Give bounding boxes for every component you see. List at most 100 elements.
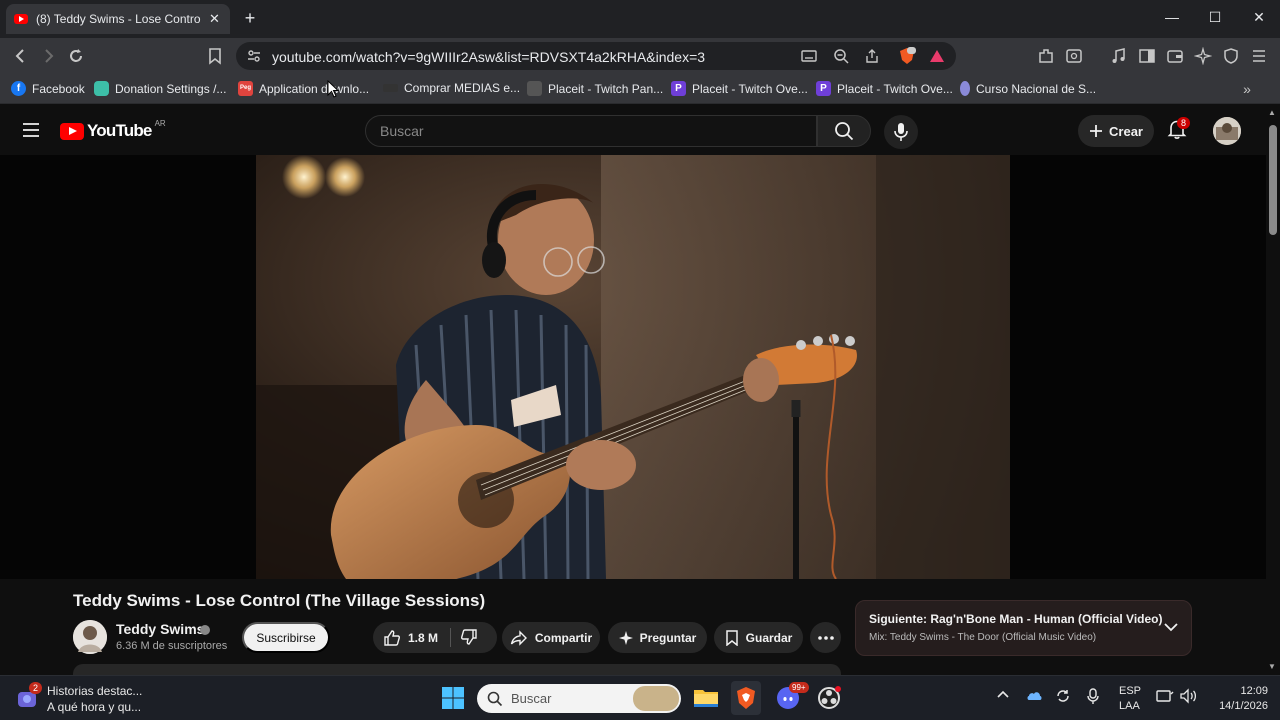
brave-shields-icon[interactable] <box>898 47 916 65</box>
wallet-icon[interactable] <box>1166 47 1184 65</box>
video-player[interactable] <box>0 155 1266 579</box>
video-title: Teddy Swims - Lose Control (The Village … <box>73 591 486 610</box>
share-page-icon[interactable] <box>864 48 880 64</box>
leo-ai-icon[interactable] <box>1194 47 1212 65</box>
forward-icon[interactable] <box>39 47 57 65</box>
scrollbar-thumb[interactable] <box>1269 125 1277 235</box>
like-count: 1.8 M <box>408 630 439 645</box>
more-bookmarks-icon[interactable]: » <box>1238 80 1256 98</box>
up-next-subtitle: Mix: Teddy Swims - The Door (Official Mu… <box>869 632 1097 643</box>
reload-icon[interactable] <box>67 47 85 65</box>
discord-badge: 99+ <box>789 682 809 693</box>
bookmark-label: Placeit - Twitch Ove... <box>837 81 953 96</box>
media-controls-icon[interactable] <box>1110 47 1128 65</box>
save-icon <box>725 629 738 646</box>
clock[interactable]: 12:09 14/1/2026 <box>1204 685 1268 712</box>
video-frame <box>256 155 1010 579</box>
browser-toolbar: youtube.com/watch?v=9gWIIIr2Asw&list=RDV… <box>0 38 1280 74</box>
widgets-badge: 2 <box>29 682 43 694</box>
bookmark-item[interactable]: Peg Application downlo... <box>238 81 369 96</box>
more-icon <box>817 635 834 640</box>
sparkle-icon <box>618 630 633 645</box>
brave-browser-icon <box>737 687 755 709</box>
sync-icon[interactable] <box>1055 688 1071 704</box>
subscriber-count: 6.36 M de suscriptores <box>116 640 228 652</box>
language-indicator[interactable]: ESP LAA <box>1119 685 1141 712</box>
volume-icon[interactable] <box>1179 688 1197 704</box>
share-button[interactable]: Compartir <box>502 622 600 653</box>
bookmark-item[interactable]: P Placeit - Twitch Ove... <box>671 81 808 96</box>
search-button[interactable] <box>817 115 871 147</box>
obs-button[interactable] <box>817 686 841 710</box>
description-panel[interactable] <box>73 664 841 675</box>
scroll-down-arrow-icon[interactable]: ▼ <box>1268 662 1276 671</box>
more-actions-button[interactable] <box>810 622 841 653</box>
tab-search-icon[interactable] <box>1065 47 1083 65</box>
bookmark-item[interactable]: Curso Nacional de S... <box>960 81 1096 96</box>
youtube-wordmark: YouTube <box>87 121 152 140</box>
like-dislike-group: 1.8 M <box>373 622 497 653</box>
youtube-logo[interactable]: YouTube AR <box>60 118 166 141</box>
save-label: Guardar <box>745 630 793 645</box>
subscribe-button[interactable]: Suscribirse <box>242 622 330 653</box>
bookmark-item[interactable]: Donation Settings /... <box>94 81 226 96</box>
back-icon[interactable] <box>12 47 30 65</box>
tab-title: (8) Teddy Swims - Lose Control ( <box>36 12 201 26</box>
like-divider <box>450 628 451 647</box>
region-code: AR <box>154 118 166 128</box>
brave-taskbar-button[interactable] <box>731 681 761 715</box>
create-button[interactable]: Crear <box>1078 115 1154 147</box>
onedrive-icon[interactable] <box>1025 688 1043 702</box>
tab-close-button[interactable]: ✕ <box>209 11 220 27</box>
extensions-icon[interactable] <box>1037 47 1055 65</box>
ask-button[interactable]: Preguntar <box>608 622 707 653</box>
vpn-shield-icon[interactable] <box>1222 47 1240 65</box>
minimize-button[interactable]: — <box>1162 9 1182 25</box>
dislike-button[interactable] <box>460 628 478 646</box>
menu-icon[interactable] <box>1250 47 1268 65</box>
network-icon[interactable] <box>1156 688 1174 704</box>
maximize-button[interactable]: ☐ <box>1205 9 1225 26</box>
voice-search-button[interactable] <box>884 115 918 149</box>
file-explorer-button[interactable] <box>693 686 719 710</box>
search-input[interactable] <box>366 116 816 146</box>
microphone-tray-icon[interactable] <box>1086 688 1100 705</box>
microphone-icon <box>894 123 908 141</box>
ask-label: Preguntar <box>639 630 697 645</box>
chevron-down-icon[interactable] <box>1163 621 1179 633</box>
browser-tab[interactable]: (8) Teddy Swims - Lose Control ( ✕ <box>6 4 230 34</box>
tab-strip: (8) Teddy Swims - Lose Control ( ✕ + — ☐… <box>0 0 1280 38</box>
new-tab-button[interactable]: + <box>240 8 260 29</box>
peg-icon: Peg <box>238 81 253 96</box>
show-hidden-icons-chevron-icon[interactable] <box>997 690 1009 698</box>
zoom-icon[interactable] <box>833 48 849 64</box>
bookmark-label: Donation Settings /... <box>115 81 227 96</box>
account-avatar[interactable] <box>1213 117 1241 145</box>
create-label: Crear <box>1109 123 1143 139</box>
guide-menu-icon[interactable] <box>22 122 40 138</box>
start-button[interactable] <box>441 686 465 710</box>
sidebar-icon[interactable] <box>1138 47 1156 65</box>
taskbar-search[interactable]: Buscar <box>477 684 681 713</box>
widget-headline: Historias destac... <box>47 684 143 698</box>
site-info-icon[interactable] <box>246 48 262 64</box>
bookmark-item[interactable]: Placeit - Twitch Pan... <box>527 81 663 96</box>
bookmark-item[interactable]: f Facebook <box>11 81 85 96</box>
up-next-panel[interactable]: Siguiente: Rag'n'Bone Man - Human (Offic… <box>855 600 1192 656</box>
bookmark-icon[interactable] <box>206 47 224 65</box>
bookmark-item[interactable]: P Placeit - Twitch Ove... <box>816 81 953 96</box>
address-bar[interactable]: youtube.com/watch?v=9gWIIIr2Asw&list=RDV… <box>236 42 956 70</box>
cast-icon[interactable] <box>801 48 817 64</box>
save-button[interactable]: Guardar <box>714 622 803 653</box>
channel-avatar[interactable] <box>73 620 107 654</box>
close-window-button[interactable]: ✕ <box>1249 9 1269 26</box>
brave-rewards-icon[interactable] <box>929 48 945 64</box>
taskbar: 2 Historias destac... A qué hora y qu...… <box>0 675 1280 720</box>
scroll-up-arrow-icon[interactable]: ▲ <box>1268 108 1276 117</box>
obs-icon <box>818 686 841 709</box>
channel-name[interactable]: Teddy Swims <box>116 621 204 637</box>
like-button[interactable]: 1.8 M <box>383 629 438 647</box>
bookmark-item[interactable]: Comprar MEDIAS e... <box>383 81 520 95</box>
thumbs-down-icon <box>461 629 477 645</box>
share-label: Compartir <box>534 630 593 645</box>
